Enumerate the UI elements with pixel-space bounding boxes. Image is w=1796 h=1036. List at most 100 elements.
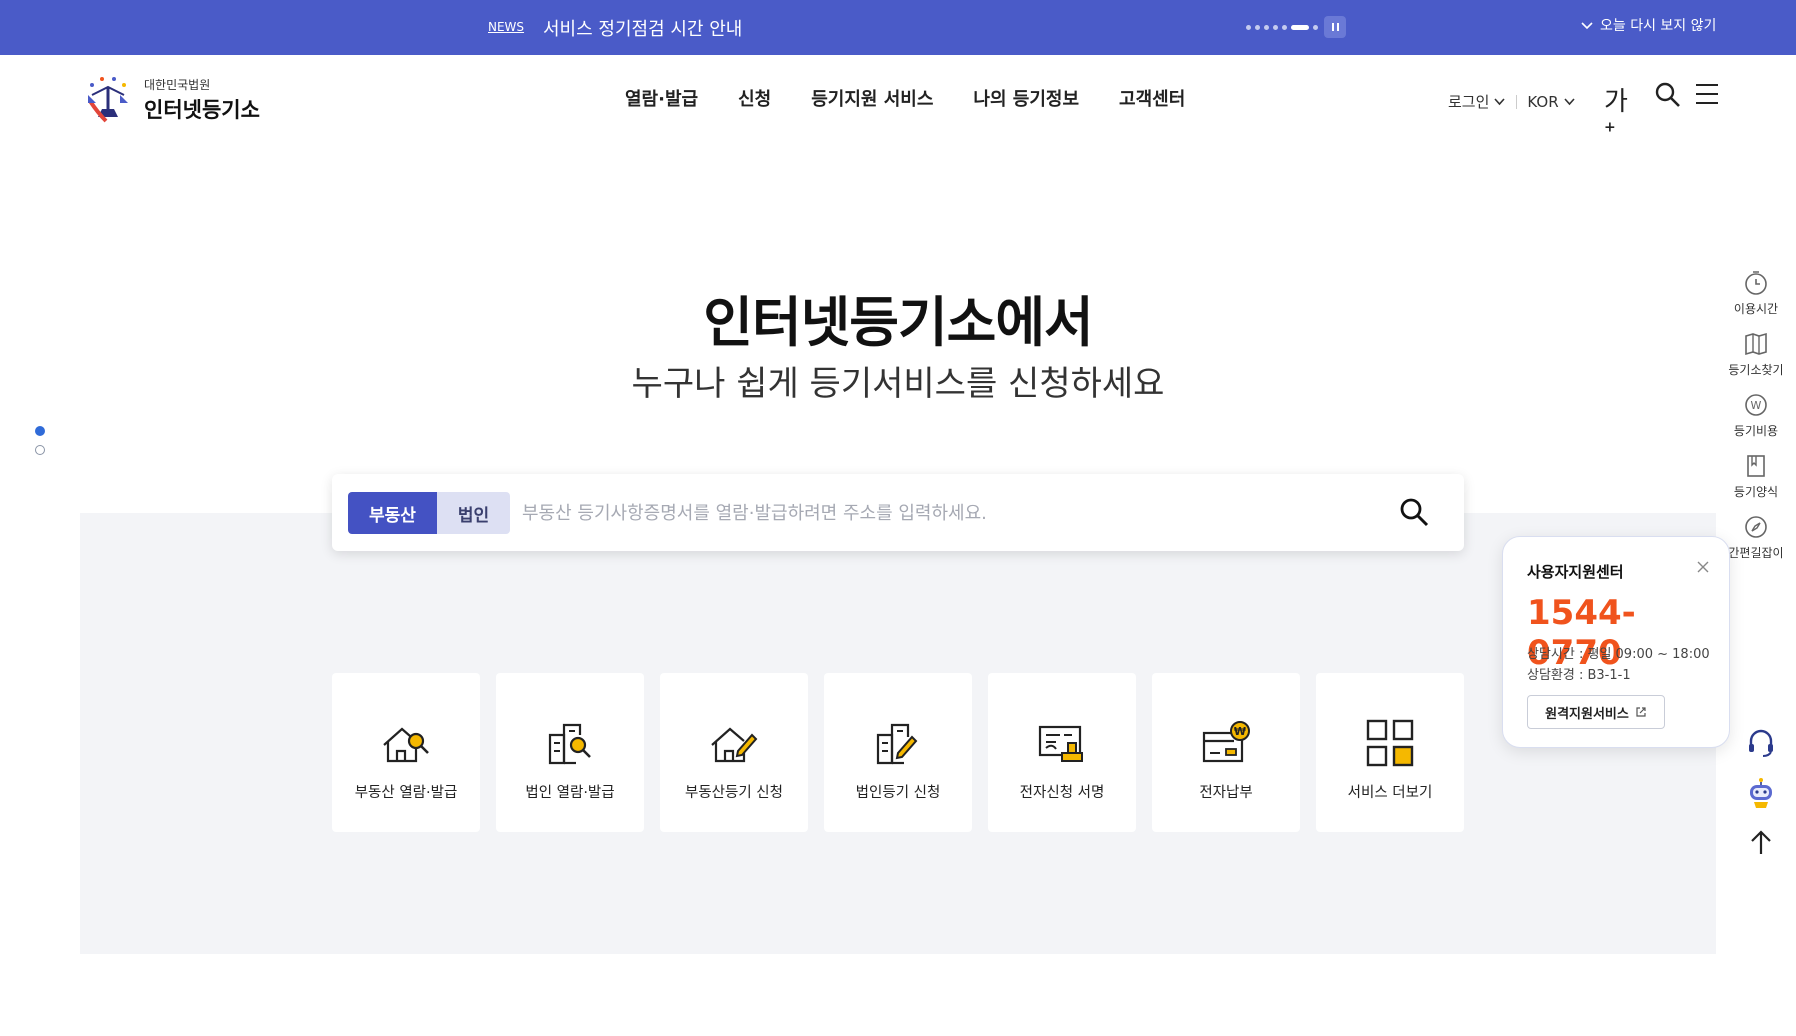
quick-item-label: 등기양식 (1733, 485, 1779, 499)
tab-corporation[interactable]: 법인 (437, 492, 510, 534)
chatbot-button[interactable] (1744, 776, 1778, 814)
plus-icon: + (1604, 119, 1616, 136)
notice-dot[interactable] (1255, 25, 1260, 30)
section-dot-active[interactable] (35, 426, 45, 436)
grid-icon (1366, 719, 1414, 767)
notice-dot[interactable] (1282, 25, 1287, 30)
external-link-icon (1636, 707, 1646, 717)
quick-menu: 이용시간 등기소찾기 W 등기비용 등기양식 간편길잡이 (1726, 270, 1786, 575)
clock-icon (1745, 271, 1767, 295)
search-box: 부동산 법인 (332, 474, 1464, 551)
quick-item-forms[interactable]: 등기양식 (1726, 453, 1786, 500)
notice-tag[interactable]: NEWS (488, 20, 524, 34)
service-label: 서비스 더보기 (1347, 785, 1433, 801)
search-icon[interactable] (1398, 496, 1430, 528)
service-card-e-payment[interactable]: ₩ 전자납부 (1152, 673, 1300, 832)
notice-dot-active[interactable] (1291, 25, 1309, 30)
won-coin-icon: W (1745, 394, 1767, 416)
page: NEWS 서비스 정기점검 시간 안내 오늘 다시 보지 않기 대한민국법원 인… (0, 0, 1796, 1036)
quick-item-find-office[interactable]: 등기소찾기 (1726, 331, 1786, 378)
hero-subtitle: 누구나 쉽게 등기서비스를 신청하세요 (631, 364, 1165, 404)
notice-dot[interactable] (1264, 25, 1269, 30)
language-label: KOR (1527, 92, 1559, 111)
notice-message[interactable]: 서비스 정기점검 시간 안내 (543, 15, 742, 41)
section-dot[interactable] (35, 445, 45, 455)
service-label: 전자납부 (1199, 785, 1253, 801)
hero-title: 인터넷등기소에서 (703, 291, 1093, 354)
compass-icon (1745, 516, 1767, 538)
nav-item-view-issue[interactable]: 열람·발급 (625, 85, 698, 111)
pause-button[interactable] (1324, 16, 1346, 38)
service-card-more[interactable]: 서비스 더보기 (1316, 673, 1464, 832)
chevron-down-icon (1494, 98, 1506, 106)
service-card-real-estate-view[interactable]: 부동산 열람·발급 (332, 673, 480, 832)
support-center-popup: 사용자지원센터 1544-0770 상담시간 : 평일 09:00 ~ 18:0… (1502, 536, 1730, 748)
nav-item-my-info[interactable]: 나의 등기정보 (973, 85, 1079, 111)
support-title: 사용자지원센터 (1527, 563, 1624, 581)
nav-item-apply[interactable]: 신청 (738, 85, 771, 111)
header: 대한민국법원 인터넷등기소 열람·발급 신청 등기지원 서비스 나의 등기정보 … (0, 55, 1796, 145)
main-nav: 열람·발급 신청 등기지원 서비스 나의 등기정보 고객센터 (625, 85, 1185, 111)
service-label: 부동산 열람·발급 (354, 785, 458, 801)
logo-title: 인터넷등기소 (144, 98, 260, 122)
notice-dot[interactable] (1273, 25, 1278, 30)
scroll-top-button[interactable] (1744, 826, 1778, 864)
headset-icon (1749, 729, 1773, 757)
notice-dot[interactable] (1246, 25, 1251, 30)
form-icon (1747, 455, 1765, 477)
language-dropdown[interactable]: KOR (1527, 93, 1575, 111)
login-dropdown[interactable]: 로그인 (1448, 91, 1506, 112)
search-icon[interactable] (1654, 81, 1682, 109)
quick-item-label: 등기비용 (1733, 424, 1779, 438)
service-card-e-signature[interactable]: 전자신청 서명 (988, 673, 1136, 832)
payment-icon: ₩ (1202, 721, 1250, 763)
chatbot-robot-icon (1750, 778, 1772, 808)
house-pen-icon (711, 727, 758, 763)
building-search-icon (548, 723, 591, 765)
logo-subtitle: 대한민국법원 (144, 78, 211, 92)
quick-item-guide[interactable]: 간편길잡이 (1726, 514, 1786, 561)
nav-item-customer-center[interactable]: 고객센터 (1119, 85, 1185, 111)
utility-bar: 로그인 KOR 가 + (1448, 82, 1718, 135)
support-hours: 상담시간 : 평일 09:00 ~ 18:00 (1527, 647, 1710, 662)
notice-bar: NEWS 서비스 정기점검 시간 안내 오늘 다시 보지 않기 (0, 0, 1796, 55)
consult-button[interactable] (1744, 726, 1778, 764)
login-label: 로그인 (1448, 93, 1490, 111)
close-icon[interactable] (1697, 561, 1709, 573)
support-env: 상담환경 : B3-1-1 (1527, 668, 1631, 683)
map-book-icon (1745, 332, 1767, 356)
service-label: 부동산등기 신청 (685, 785, 783, 801)
search-tabs: 부동산 법인 (348, 492, 510, 534)
nav-item-support-service[interactable]: 등기지원 서비스 (811, 85, 933, 111)
building-pen-icon (876, 723, 918, 765)
quick-item-label: 이용시간 (1733, 302, 1779, 316)
divider (1516, 94, 1518, 109)
house-search-icon (383, 727, 429, 763)
svg-text:₩: ₩ (1234, 725, 1246, 738)
logo-text: 대한민국법원 인터넷등기소 (144, 76, 260, 124)
remote-support-button[interactable]: 원격지원서비스 (1527, 695, 1665, 729)
service-card-real-estate-apply[interactable]: 부동산등기 신청 (660, 673, 808, 832)
quick-item-label: 간편길잡이 (1728, 546, 1784, 560)
tab-real-estate[interactable]: 부동산 (348, 492, 437, 534)
notice-pager[interactable] (1246, 25, 1318, 30)
quick-item-cost[interactable]: W 등기비용 (1726, 392, 1786, 439)
dismiss-today-label: 오늘 다시 보지 않기 (1600, 18, 1717, 34)
hamburger-menu-icon[interactable] (1694, 81, 1720, 107)
service-label: 법인등기 신청 (855, 785, 941, 801)
svg-text:W: W (1751, 399, 1762, 412)
quick-item-label: 등기소찾기 (1728, 363, 1784, 377)
service-card-corporation-view[interactable]: 법인 열람·발급 (496, 673, 644, 832)
address-search-input[interactable] (522, 494, 1392, 532)
remote-support-label: 원격지원서비스 (1545, 706, 1629, 722)
font-size-button[interactable]: 가+ (1604, 81, 1628, 148)
dismiss-today-button[interactable]: 오늘 다시 보지 않기 (1580, 15, 1716, 35)
service-card-corporation-apply[interactable]: 법인등기 신청 (824, 673, 972, 832)
arrow-up-icon (1751, 830, 1771, 854)
logo[interactable]: 대한민국법원 인터넷등기소 (78, 73, 260, 127)
quick-item-hours[interactable]: 이용시간 (1726, 270, 1786, 317)
notice-dot[interactable] (1313, 25, 1318, 30)
signature-icon (1038, 725, 1083, 762)
service-label: 법인 열람·발급 (525, 785, 615, 801)
chevron-down-icon (1564, 98, 1575, 106)
